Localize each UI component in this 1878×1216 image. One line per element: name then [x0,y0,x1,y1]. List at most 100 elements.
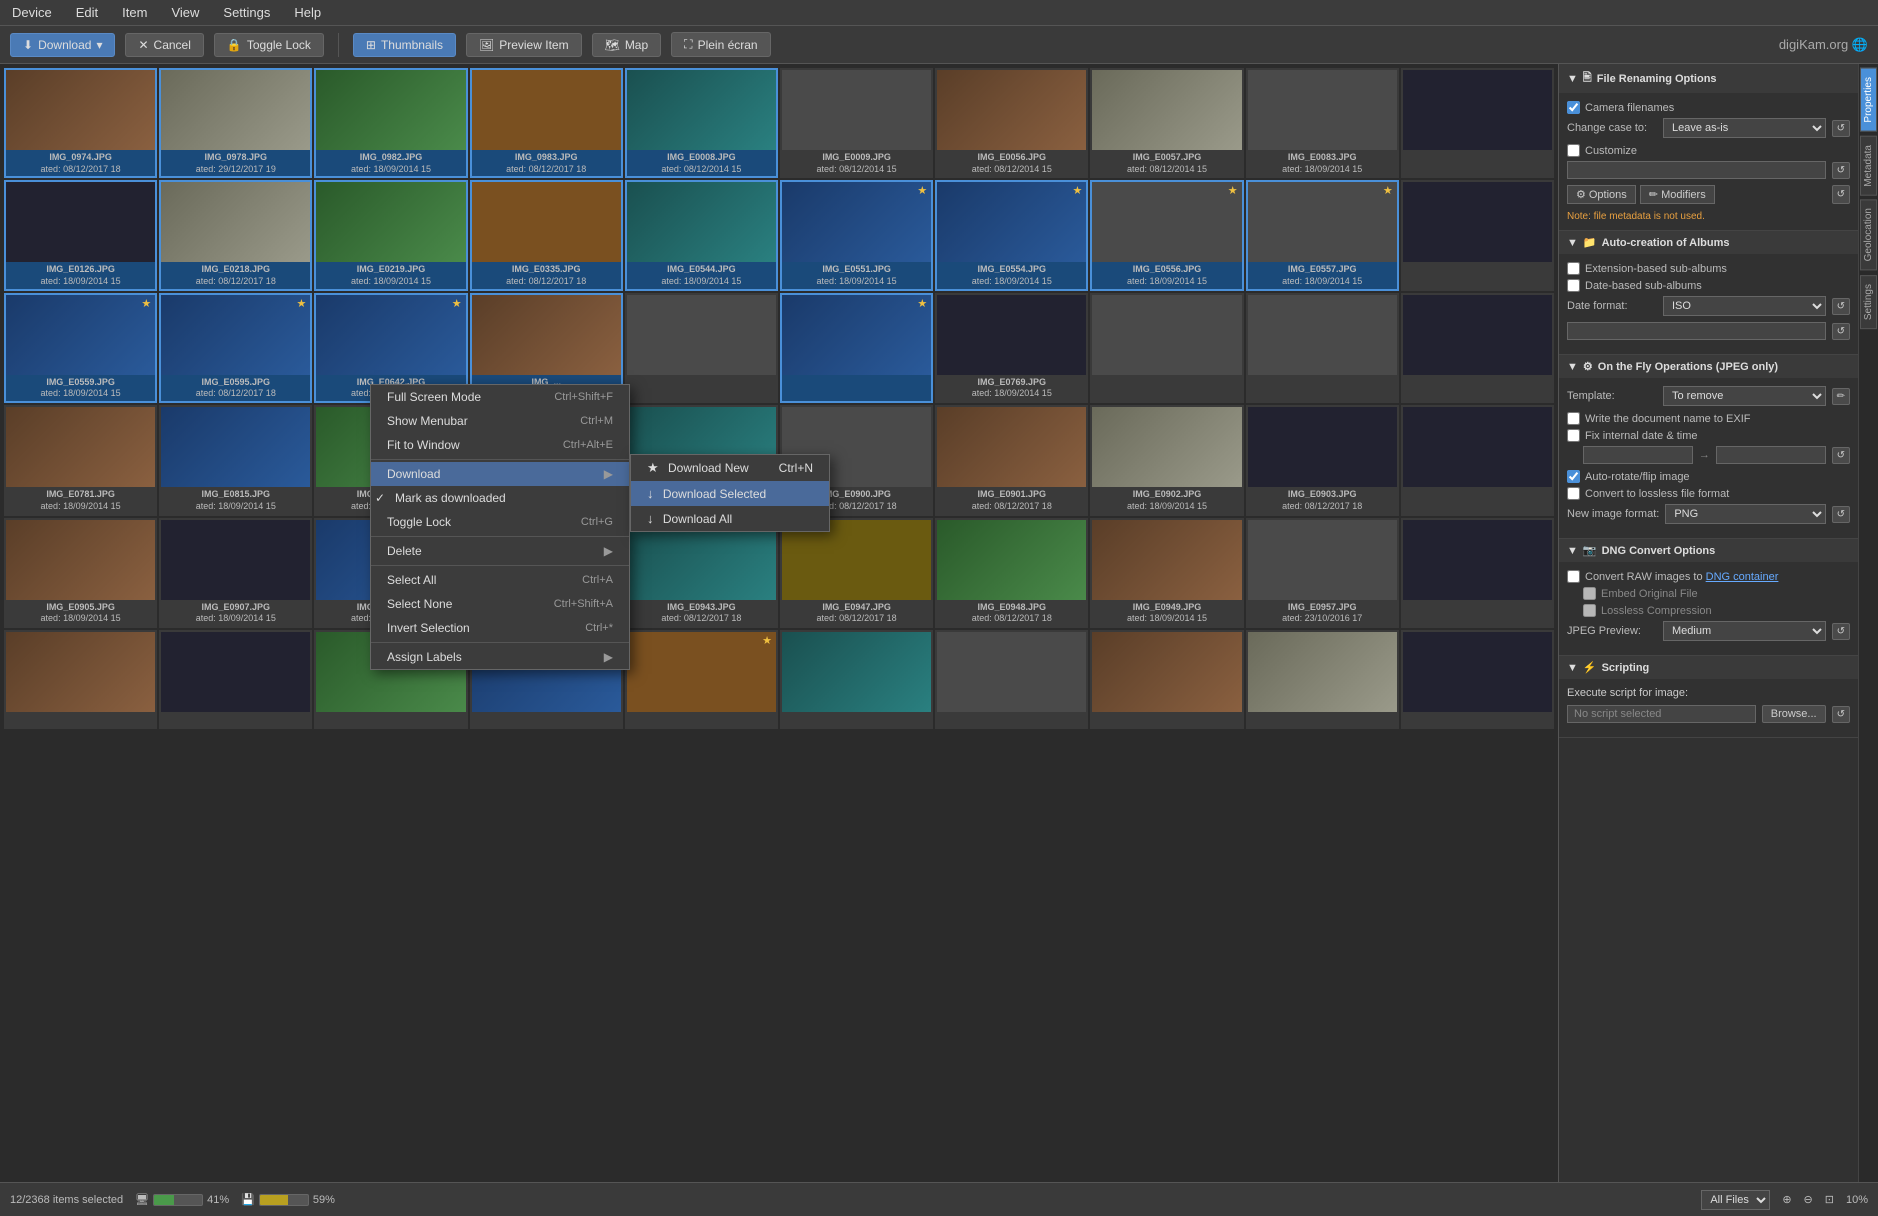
thumb-item-26[interactable]: IMG_E0769.JPGated: 18/09/2014 15 [935,293,1088,403]
thumb-item-50[interactable] [4,630,157,729]
ctx-select-all[interactable]: Select AllCtrl+A [371,568,629,592]
dng-header[interactable]: ▼ 📷 DNG Convert Options [1559,539,1858,562]
thumb-item-49[interactable] [1401,518,1554,628]
custom-name-reset-btn[interactable]: ↺ [1832,162,1850,179]
download-button[interactable]: ⬇ Download ▾ [10,33,115,57]
thumb-item-56[interactable] [935,630,1088,729]
thumb-item-17[interactable]: ★IMG_E0556.JPGated: 18/09/2014 15 [1090,180,1243,290]
ctx-mark-downloaded[interactable]: Mark as downloaded [371,486,629,510]
scripting-header[interactable]: ▼ ⚡ Scripting [1559,656,1858,679]
browse-button[interactable]: Browse... [1762,705,1826,723]
submenu-download-new[interactable]: ★ Download New Ctrl+N [631,455,829,481]
thumb-item-15[interactable]: ★IMG_E0551.JPGated: 18/09/2014 15 [780,180,933,290]
thumb-item-51[interactable] [159,630,312,729]
date-format-select[interactable]: ISO [1663,296,1826,316]
thumb-item-38[interactable]: IMG_E0903.JPGated: 08/12/2017 18 [1246,405,1399,515]
thumb-item-48[interactable]: IMG_E0957.JPGated: 23/10/2016 17 [1246,518,1399,628]
menu-settings[interactable]: Settings [219,3,274,22]
date-input[interactable]: 14/01/2018 [1583,446,1693,464]
thumbnails-button[interactable]: ⊞ Thumbnails [353,33,456,57]
thumb-item-45[interactable]: IMG_E0947.JPGated: 08/12/2017 18 [780,518,933,628]
ctx-select-none[interactable]: Select NoneCtrl+Shift+A [371,592,629,616]
date-sub-checkbox[interactable] [1567,279,1580,292]
thumb-item-14[interactable]: IMG_E0544.JPGated: 18/09/2014 15 [625,180,778,290]
ctx-fullscreen[interactable]: Full Screen ModeCtrl+Shift+F [371,385,629,409]
thumb-item-37[interactable]: IMG_E0902.JPGated: 18/09/2014 15 [1090,405,1243,515]
vtab-geolocation[interactable]: Geolocation [1860,199,1877,270]
on-fly-header[interactable]: ▼ ⚙ On the Fly Operations (JPEG only) [1559,355,1858,378]
thumb-item-29[interactable] [1401,293,1554,403]
thumb-item-13[interactable]: IMG_E0335.JPGated: 08/12/2017 18 [470,180,623,290]
thumb-item-40[interactable]: IMG_E0905.JPGated: 18/09/2014 15 [4,518,157,628]
thumb-item-59[interactable] [1401,630,1554,729]
thumb-item-11[interactable]: IMG_E0218.JPGated: 08/12/2017 18 [159,180,312,290]
lossless-checkbox[interactable] [1583,604,1596,617]
vtab-properties[interactable]: Properties [1860,68,1877,132]
embed-original-checkbox[interactable] [1583,587,1596,600]
map-button[interactable]: 🗺 Map [592,33,662,57]
thumb-item-55[interactable] [780,630,933,729]
ext-sub-checkbox[interactable] [1567,262,1580,275]
modifiers-reset-btn[interactable]: ↺ [1832,185,1850,204]
thumb-item-0[interactable]: IMG_0974.JPGated: 08/12/2017 18 [4,68,157,178]
dng-link[interactable]: DNG container [1706,571,1779,583]
vtab-metadata[interactable]: Metadata [1860,136,1877,196]
thumb-item-36[interactable]: IMG_E0901.JPGated: 08/12/2017 18 [935,405,1088,515]
thumb-item-10[interactable]: IMG_E0126.JPGated: 18/09/2014 15 [4,180,157,290]
date-custom-reset-btn[interactable]: ↺ [1832,323,1850,340]
thumb-item-27[interactable] [1090,293,1243,403]
jpeg-preview-reset-btn[interactable]: ↺ [1832,623,1850,640]
change-case-reset-btn[interactable]: ↺ [1832,120,1850,137]
modifiers-button[interactable]: ✏ Modifiers [1640,185,1715,204]
submenu-download-selected[interactable]: ↓ Download Selected [631,481,829,506]
ctx-fit-window[interactable]: Fit to WindowCtrl+Alt+E [371,433,629,457]
new-format-select[interactable]: PNG [1665,504,1825,524]
thumb-item-8[interactable]: IMG_E0083.JPGated: 18/09/2014 15 [1246,68,1399,178]
ctx-delete[interactable]: Delete▶ [371,539,629,563]
thumb-item-16[interactable]: ★IMG_E0554.JPGated: 18/09/2014 15 [935,180,1088,290]
plein-ecran-button[interactable]: ⛶ Plein écran [671,32,770,57]
ctx-invert-selection[interactable]: Invert SelectionCtrl+* [371,616,629,640]
thumb-item-44[interactable]: IMG_E0943.JPGated: 08/12/2017 18 [625,518,778,628]
thumb-item-21[interactable]: ★IMG_E0595.JPGated: 08/12/2017 18 [159,293,312,403]
convert-lossless-checkbox[interactable] [1567,487,1580,500]
thumb-item-39[interactable] [1401,405,1554,515]
template-select[interactable]: To remove [1663,386,1826,406]
thumb-item-54[interactable]: ★ [625,630,778,729]
menu-device[interactable]: Device [8,3,56,22]
date-custom-input[interactable] [1567,322,1826,340]
time-input[interactable]: 15:43:18 [1716,446,1826,464]
thumb-item-7[interactable]: IMG_E0057.JPGated: 08/12/2014 15 [1090,68,1243,178]
thumb-item-57[interactable] [1090,630,1243,729]
thumb-item-20[interactable]: ★IMG_E0559.JPGated: 18/09/2014 15 [4,293,157,403]
thumb-item-12[interactable]: IMG_E0219.JPGated: 18/09/2014 15 [314,180,467,290]
ctx-download[interactable]: Download▶ [371,462,629,486]
camera-filenames-checkbox[interactable] [1567,101,1580,114]
change-case-select[interactable]: Leave as-is [1663,118,1826,138]
auto-rotate-checkbox[interactable] [1567,470,1580,483]
thumb-item-47[interactable]: IMG_E0949.JPGated: 18/09/2014 15 [1090,518,1243,628]
submenu-download-all[interactable]: ↓ Download All [631,506,829,531]
toggle-lock-button[interactable]: 🔒 Toggle Lock [214,33,324,57]
customize-checkbox[interactable] [1567,144,1580,157]
date-format-reset-btn[interactable]: ↺ [1832,298,1850,315]
thumb-item-31[interactable]: IMG_E0815.JPGated: 18/09/2014 15 [159,405,312,515]
thumb-item-28[interactable] [1246,293,1399,403]
thumbnail-grid-area[interactable]: IMG_0974.JPGated: 08/12/2017 18IMG_0978.… [0,64,1558,1182]
file-filter-select[interactable]: All Files [1701,1190,1770,1210]
thumb-item-30[interactable]: IMG_E0781.JPGated: 18/09/2014 15 [4,405,157,515]
thumb-item-24[interactable] [625,293,778,403]
menu-edit[interactable]: Edit [72,3,102,22]
menu-view[interactable]: View [167,3,203,22]
ctx-toggle-lock[interactable]: Toggle LockCtrl+G [371,510,629,534]
menu-help[interactable]: Help [290,3,325,22]
vtab-settings[interactable]: Settings [1860,275,1877,329]
thumb-item-18[interactable]: ★IMG_E0557.JPGated: 18/09/2014 15 [1246,180,1399,290]
options-button[interactable]: ⚙ Options [1567,185,1636,204]
thumb-item-25[interactable]: ★ [780,293,933,403]
thumb-item-19[interactable] [1401,180,1554,290]
cancel-button[interactable]: ✕ Cancel [125,33,203,57]
fix-date-checkbox[interactable] [1567,429,1580,442]
write-exif-checkbox[interactable] [1567,412,1580,425]
thumb-item-46[interactable]: IMG_E0948.JPGated: 08/12/2017 18 [935,518,1088,628]
